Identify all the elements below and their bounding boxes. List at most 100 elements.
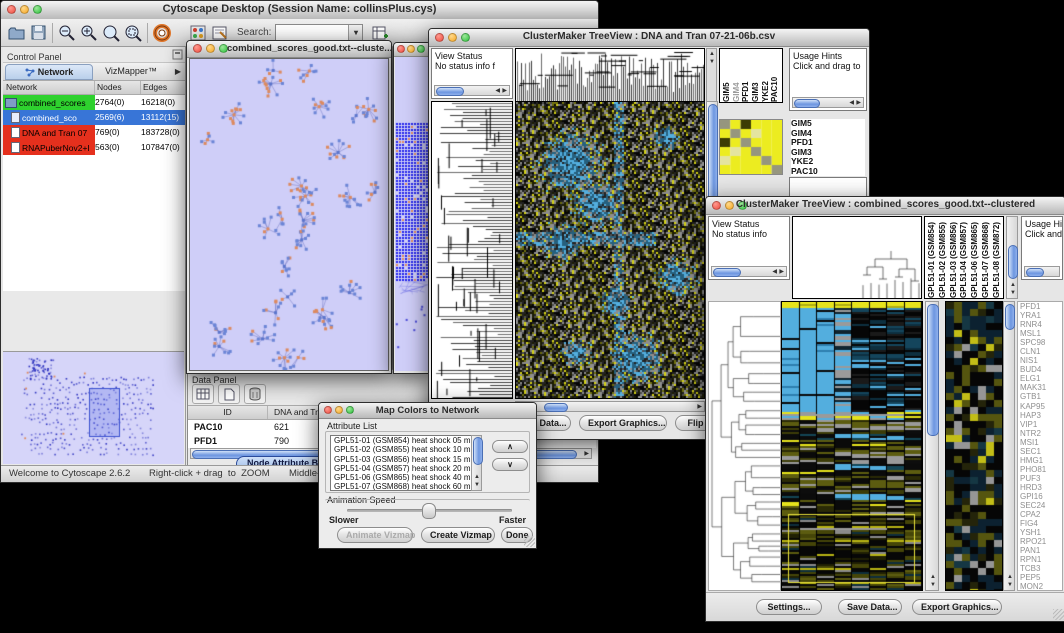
scroll-right-icon[interactable]: ▶ (502, 88, 507, 94)
minimize-button[interactable] (206, 44, 215, 53)
gene-label[interactable]: ELG1 (1020, 374, 1062, 383)
network-graph-canvas-2[interactable] (395, 57, 429, 371)
gene-label[interactable]: PEP5 (1020, 573, 1062, 582)
animate-vizmap-button[interactable]: Animate Vizmap (337, 527, 413, 543)
gene-label[interactable]: HRD3 (1020, 483, 1062, 492)
help-lifesaver-icon[interactable] (151, 22, 173, 44)
global-heatmap[interactable] (782, 302, 922, 590)
network-view-titlebar[interactable]: combined_scores_good.txt--cluste... (187, 41, 391, 58)
scroll-down-icon[interactable]: ▼ (474, 482, 480, 488)
settings-button[interactable]: Settings... (756, 599, 822, 615)
zoom-out-icon[interactable] (56, 22, 78, 44)
tab-vizmapper[interactable]: VizMapper™ (93, 63, 169, 80)
vscroll-thumb[interactable] (473, 437, 483, 465)
scroll-right-icon[interactable]: ▶ (856, 100, 861, 106)
column-labels-vscrollbar[interactable]: ▲ ▼ (1006, 216, 1018, 299)
move-up-button[interactable]: ∧ (492, 440, 528, 453)
gene-label[interactable]: PHO81 (1020, 465, 1062, 474)
gene-label[interactable]: CPA2 (1020, 510, 1062, 519)
treeview1-titlebar[interactable]: ClusterMaker TreeView : DNA and Tran 07-… (429, 29, 869, 47)
gene-label[interactable]: RPO21 (1020, 537, 1062, 546)
gene-label[interactable]: MSL1 (1020, 329, 1062, 338)
attribute-list-vscrollbar[interactable]: ▲ ▼ (471, 435, 482, 491)
tab-network[interactable]: Network (5, 64, 93, 80)
view-status-hscrollbar[interactable]: ◀ ▶ (711, 266, 787, 277)
usage-hints-hscrollbar[interactable]: ◀ ▶ (792, 97, 864, 108)
attribute-list-item[interactable]: GPL51-06 (GSM865) heat shock 40 min (334, 473, 481, 482)
gene-label[interactable]: BUD4 (1020, 365, 1062, 374)
heatmap-hscrollbar[interactable]: ▶ (515, 401, 705, 412)
gene-label[interactable]: FIG4 (1020, 519, 1062, 528)
gene-label[interactable]: PUF3 (1020, 474, 1062, 483)
export-graphics-button[interactable]: Export Graphics... (912, 599, 1002, 615)
speed-slider-thumb[interactable] (422, 503, 436, 519)
row-label[interactable]: PAC10 (791, 167, 865, 177)
gene-label[interactable]: MSI1 (1020, 438, 1062, 447)
new-attribute-icon[interactable] (218, 384, 240, 404)
gene-label[interactable]: KAP95 (1020, 402, 1062, 411)
gene-label[interactable]: SEC1 (1020, 447, 1062, 456)
scroll-down-icon[interactable]: ▼ (1007, 582, 1013, 588)
gene-label[interactable]: GPI16 (1020, 492, 1062, 501)
close-button[interactable] (193, 44, 202, 53)
gene-label[interactable]: MAK31 (1020, 383, 1062, 392)
scroll-down-icon[interactable]: ▼ (1010, 290, 1016, 296)
scroll-right-icon[interactable]: ▶ (584, 451, 589, 457)
gene-label[interactable]: NTR2 (1020, 429, 1062, 438)
scroll-up-icon[interactable]: ▲ (1010, 282, 1016, 288)
main-titlebar[interactable]: Cytoscape Desktop (Session Name: collins… (1, 1, 598, 20)
hscroll-thumb[interactable] (794, 99, 820, 108)
save-data-button[interactable]: Save Data... (838, 599, 902, 615)
dialog-titlebar[interactable]: Map Colors to Network (319, 403, 536, 419)
column-label[interactable]: GPL51-06 (GSM865) (970, 217, 981, 298)
export-graphics-button[interactable]: Export Graphics... (579, 415, 667, 431)
attribute-list-item[interactable]: GPL51-01 (GSM854) heat shock 05 min (334, 436, 481, 445)
network-table-row[interactable]: combined_scores 2764(0) 16218(0) (3, 95, 185, 110)
search-input[interactable] (276, 25, 348, 41)
column-label[interactable]: GPL51-07 (GSM868) (981, 217, 992, 298)
gene-label[interactable]: HAP3 (1020, 411, 1062, 420)
zoom-selected-icon[interactable] (122, 22, 144, 44)
usage-hints-hscrollbar[interactable] (1024, 266, 1060, 277)
hscroll-thumb[interactable] (544, 403, 568, 412)
scroll-right-icon[interactable]: ▶ (779, 269, 784, 275)
column-label[interactable]: GPL51-08 (GSM872) (992, 217, 1003, 298)
column-label[interactable]: GPL51-02 (GSM855) (938, 217, 949, 298)
select-attributes-icon[interactable] (192, 384, 214, 404)
gene-label[interactable]: RNR4 (1020, 320, 1062, 329)
gene-label[interactable]: VIP1 (1020, 420, 1062, 429)
gene-label[interactable]: MON2 (1020, 582, 1062, 591)
zoom-vscrollbar[interactable]: ▲ ▼ (1003, 301, 1015, 591)
network-table-row[interactable]: RNAPuberNov2+I 563(0) 107847(0) (3, 140, 185, 155)
network-graph-canvas[interactable] (190, 59, 388, 370)
attribute-list-item[interactable]: GPL51-02 (GSM855) heat shock 10 min (334, 445, 481, 454)
gene-label[interactable]: TCB3 (1020, 564, 1062, 573)
attribute-list-item[interactable]: GPL51-03 (GSM856) heat shock 15 min (334, 455, 481, 464)
treeview2-titlebar[interactable]: ClusterMaker TreeView : combined_scores_… (706, 197, 1064, 215)
delete-attribute-icon[interactable] (244, 384, 266, 404)
float-panel-icon[interactable] (171, 48, 183, 60)
gene-label[interactable]: YRA1 (1020, 311, 1062, 320)
column-label[interactable]: GIM3 (751, 49, 761, 102)
column-label[interactable]: GPL51-03 (GSM856) (949, 217, 960, 298)
zoom-window-button[interactable] (417, 45, 425, 53)
view-status-hscrollbar[interactable]: ◀ ▶ (434, 85, 510, 96)
scroll-right-icon[interactable]: ▶ (697, 404, 702, 410)
column-label[interactable]: GIM4 (732, 49, 742, 102)
scroll-up-icon[interactable]: ▲ (709, 51, 715, 57)
scroll-left-icon[interactable]: ◀ (495, 88, 500, 94)
hscroll-thumb[interactable] (713, 268, 741, 277)
hscroll-thumb[interactable] (436, 87, 464, 96)
move-down-button[interactable]: ∨ (492, 458, 528, 471)
column-label[interactable]: PFD1 (741, 49, 751, 102)
column-dendrogram[interactable] (793, 217, 921, 298)
hscroll-thumb[interactable] (1026, 268, 1044, 277)
scroll-left-icon[interactable]: ◀ (849, 100, 854, 106)
row-dendrogram[interactable] (709, 302, 780, 590)
heatmap-vscrollbar[interactable]: ▲ ▼ (925, 301, 939, 591)
zoom-heatmap[interactable] (720, 120, 782, 174)
column-label[interactable]: PAC10 (770, 49, 780, 102)
column-label[interactable]: YKE2 (761, 49, 771, 102)
search-dropdown-icon[interactable]: ▾ (348, 25, 362, 41)
create-vizmap-button[interactable]: Create Vizmap (421, 527, 495, 543)
